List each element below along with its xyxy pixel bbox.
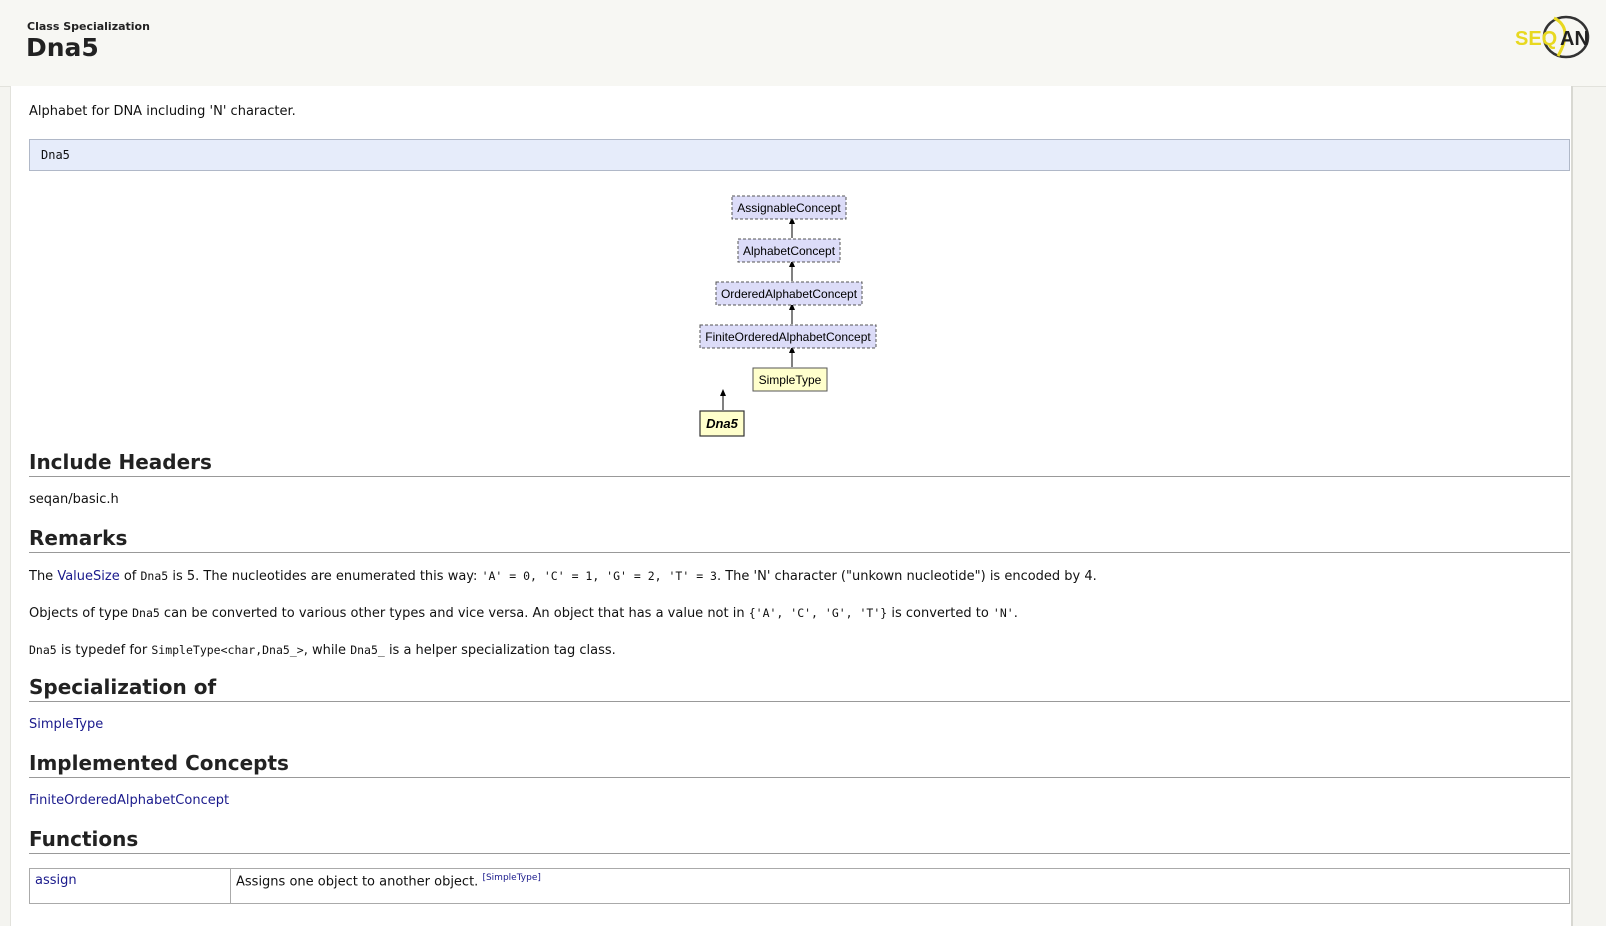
- logo-text-an: AN: [1560, 28, 1589, 50]
- code: {'A', 'C', 'G', 'T'}: [748, 606, 888, 620]
- svg-text:SimpleType: SimpleType: [759, 373, 822, 387]
- function-desc-cell: Assigns one object to another object. [S…: [230, 868, 1570, 904]
- main-content: Alphabet for DNA including 'N' character…: [10, 86, 1573, 926]
- node-simple-type[interactable]: SimpleType: [752, 367, 828, 392]
- remark-paragraph: The ValueSize of Dna5 is 5. The nucleoti…: [29, 567, 1570, 586]
- text: can be converted to various other types …: [159, 606, 749, 621]
- signature-box: Dna5: [29, 139, 1570, 171]
- section-title: Include Headers: [29, 450, 1570, 477]
- svg-text:OrderedAlphabetConcept: OrderedAlphabetConcept: [721, 287, 858, 301]
- svg-text:FiniteOrderedAlphabetConcept: FiniteOrderedAlphabetConcept: [705, 330, 871, 344]
- include-header-value: seqan/basic.h: [29, 492, 119, 507]
- function-source-link[interactable]: [SimpleType]: [482, 873, 540, 883]
- svg-text:AssignableConcept: AssignableConcept: [737, 201, 841, 215]
- section-title: Specialization of: [29, 675, 1570, 702]
- page-title: Dna5: [26, 33, 99, 62]
- specialization-of-section: Specialization of SimpleType: [29, 675, 1570, 734]
- entity-kind: Class Specialization: [27, 20, 150, 33]
- text: .: [1013, 606, 1018, 621]
- valuesize-link[interactable]: ValueSize: [57, 569, 119, 584]
- text: Objects of type: [29, 606, 133, 621]
- text: is converted to: [887, 606, 993, 621]
- code: 'N': [992, 606, 1014, 620]
- section-title: Remarks: [29, 526, 1570, 553]
- node-dna5-current: Dna5: [699, 410, 745, 437]
- seqan-logo[interactable]: SEQ AN: [1514, 10, 1594, 66]
- include-headers-section: Include Headers seqan/basic.h: [29, 450, 1570, 509]
- implemented-concepts-section: Implemented Concepts FiniteOrderedAlphab…: [29, 751, 1570, 810]
- code: Dna5: [29, 643, 57, 657]
- node-finite-ordered-alphabet-concept[interactable]: FiniteOrderedAlphabetConcept: [699, 324, 877, 349]
- text: , while: [303, 643, 351, 658]
- code: Dna5: [140, 569, 169, 583]
- remark-paragraph: Dna5 is typedef for SimpleType<char,Dna5…: [29, 641, 1570, 660]
- code: SimpleType<char,Dna5_>: [151, 643, 304, 657]
- text: . The 'N' character ("unkown nucleotide"…: [716, 569, 1097, 584]
- node-alphabet-concept[interactable]: AlphabetConcept: [737, 238, 841, 263]
- page-header: Class Specialization Dna5 SEQ AN: [0, 0, 1606, 87]
- svg-text:AlphabetConcept: AlphabetConcept: [743, 244, 836, 258]
- finite-ordered-alphabet-concept-link[interactable]: FiniteOrderedAlphabetConcept: [29, 793, 229, 808]
- text: is 5. The nucleotides are enumerated thi…: [168, 569, 482, 584]
- abstract: Alphabet for DNA including 'N' character…: [29, 104, 296, 119]
- text: is typedef for: [56, 643, 152, 658]
- code: Dna5: [132, 606, 160, 620]
- section-title: Functions: [29, 827, 1570, 854]
- svg-text:Dna5: Dna5: [706, 416, 739, 431]
- text: of: [119, 569, 141, 584]
- functions-table: assign Assigns one object to another obj…: [29, 868, 1570, 904]
- table-row: assign Assigns one object to another obj…: [29, 868, 1570, 904]
- function-link-assign[interactable]: assign: [35, 873, 77, 888]
- remarks-section: Remarks The ValueSize of Dna5 is 5. The …: [29, 526, 1570, 660]
- text: is a helper specialization tag class.: [384, 643, 616, 658]
- node-ordered-alphabet-concept[interactable]: OrderedAlphabetConcept: [715, 281, 863, 306]
- inheritance-diagram: AssignableConcept AlphabetConcept Ordere…: [699, 195, 877, 437]
- simpletype-link[interactable]: SimpleType: [29, 717, 103, 732]
- code: Dna5_: [350, 643, 385, 657]
- text: The: [29, 569, 58, 584]
- node-assignable-concept[interactable]: AssignableConcept: [731, 195, 847, 220]
- functions-section: Functions: [29, 827, 1570, 854]
- function-description: Assigns one object to another object.: [236, 874, 479, 890]
- remark-paragraph: Objects of type Dna5 can be converted to…: [29, 604, 1570, 623]
- logo-text-seq: SEQ: [1515, 28, 1557, 50]
- function-name-cell: assign: [29, 868, 231, 904]
- code: 'A' = 0, 'C' = 1, 'G' = 2, 'T' = 3: [481, 569, 717, 583]
- section-title: Implemented Concepts: [29, 751, 1570, 778]
